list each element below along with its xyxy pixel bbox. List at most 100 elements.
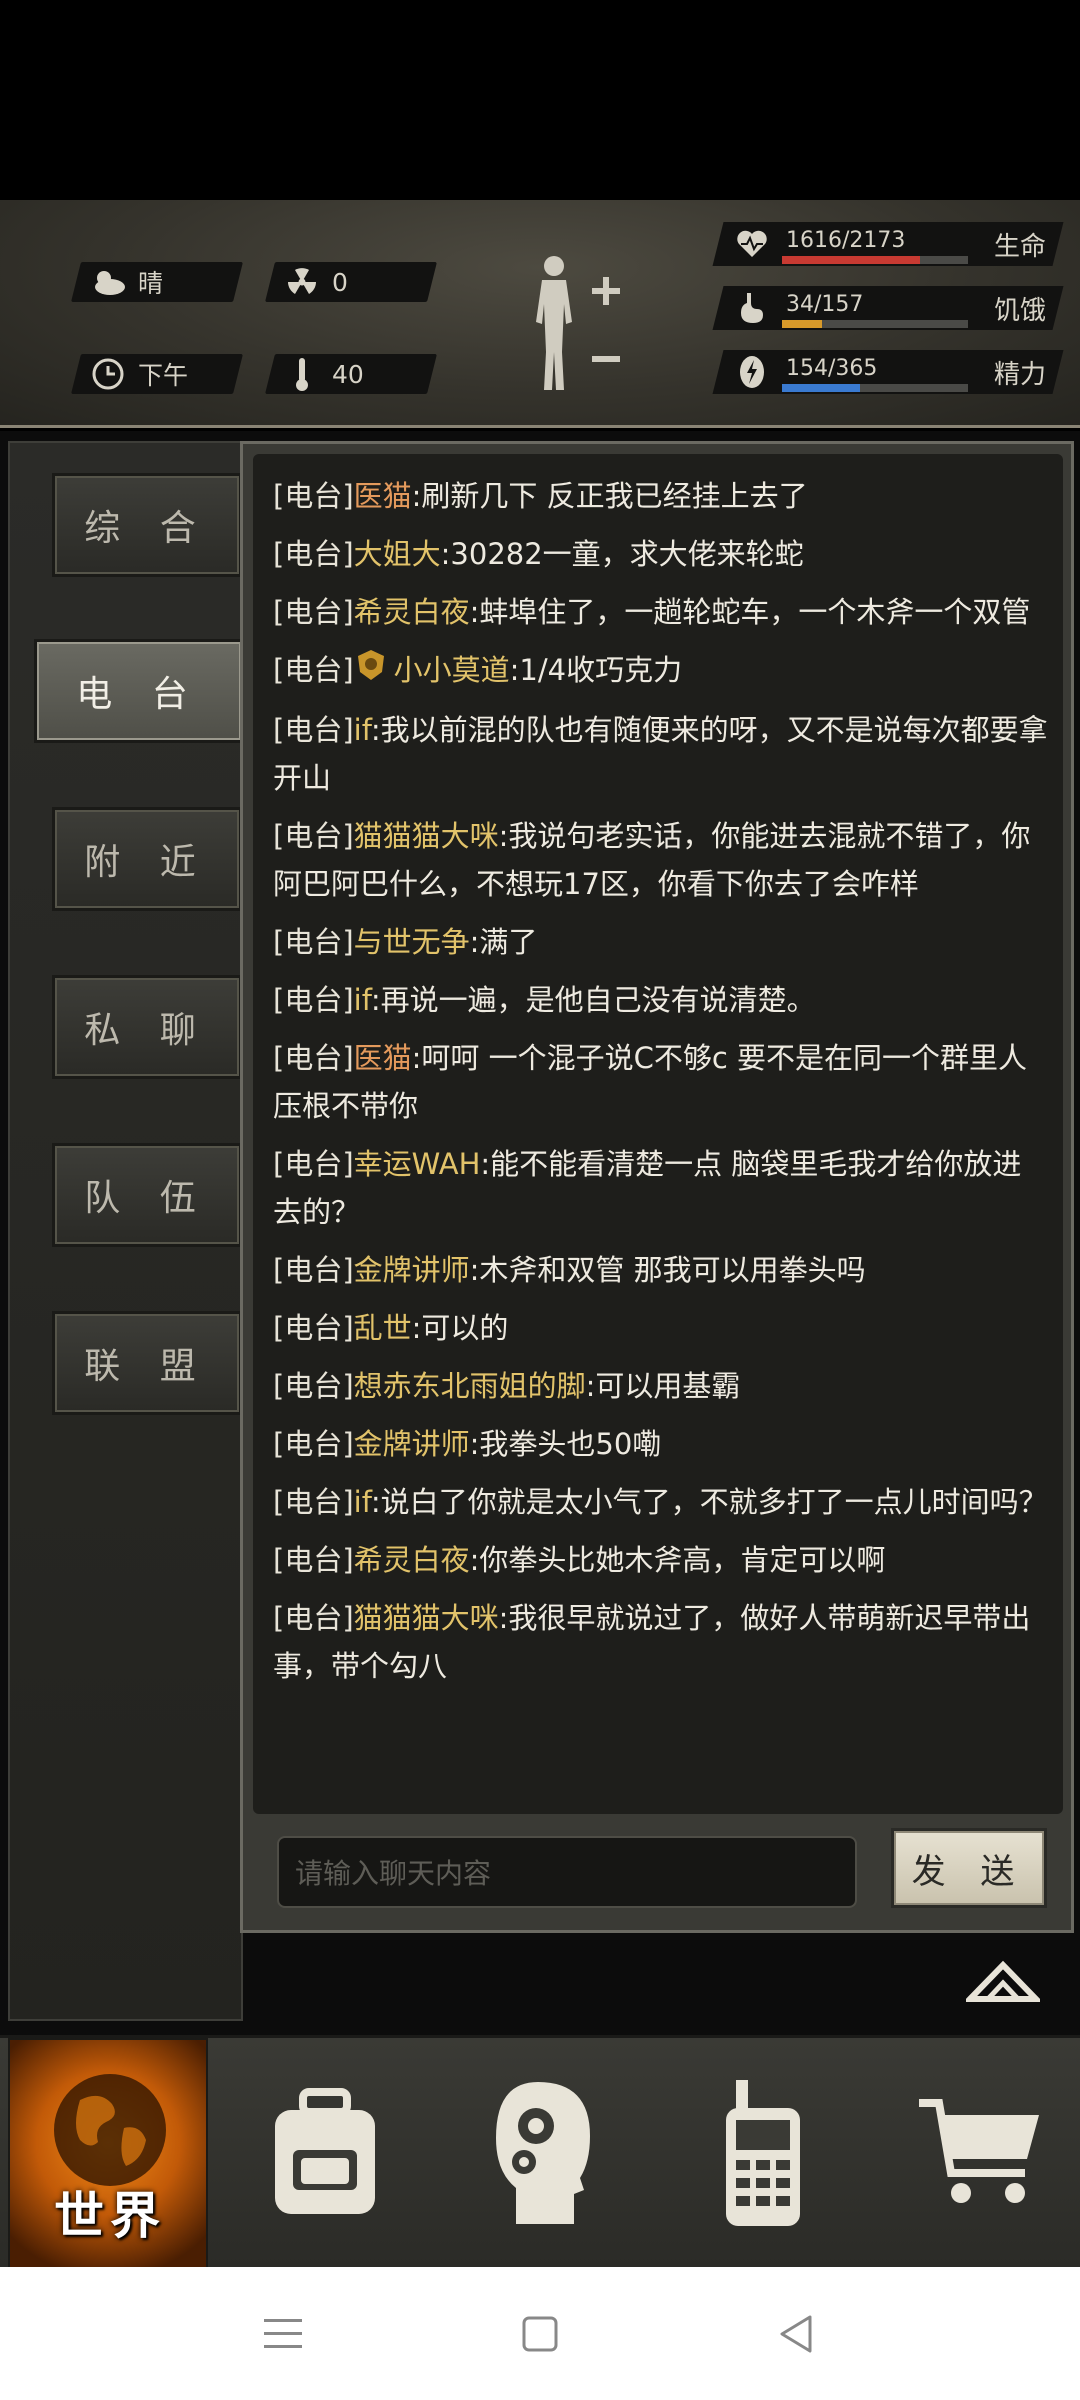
tab-nearby[interactable]: 附 近 — [52, 807, 242, 911]
message-sender[interactable]: 大姐大 — [354, 537, 441, 571]
chat-panel: [电台]医猫:刷新几下 反正我已经挂上去了 [电台]大姐大:30282一童，求大佬… — [240, 441, 1074, 1933]
home-square-icon — [522, 2316, 558, 2352]
message-channel: [电台] — [273, 1147, 354, 1181]
message-channel: [电台] — [273, 1543, 354, 1577]
hunger-label: 饥饿 — [994, 296, 1047, 326]
message-sender[interactable]: 幸运WAH — [354, 1147, 481, 1181]
skills-head-icon — [496, 2082, 590, 2224]
message-channel: [电台] — [273, 925, 354, 959]
alliance-badge-icon — [354, 648, 388, 696]
chat-message: [电台]大姐大:30282一童，求大佬来轮蛇 — [273, 530, 1049, 578]
tab-radio[interactable]: 电 台 — [34, 639, 244, 743]
message-channel: [电台] — [273, 1485, 354, 1519]
health-stat: 1616/2173 生命 — [712, 222, 1064, 266]
thermometer-icon — [280, 354, 324, 394]
nav-shop-button[interactable] — [900, 2068, 1060, 2238]
chat-input[interactable]: 请输入聊天内容 — [277, 1836, 857, 1908]
message-text: :蚌埠住了，一趟轮蛇车，一个木斧一个双管 — [469, 595, 1031, 629]
hunger-value: 34/157 — [786, 292, 864, 317]
globe-icon — [54, 2074, 166, 2186]
weather-pill: 晴 — [71, 262, 243, 302]
message-sender[interactable]: 想赤东北雨姐的脚 — [354, 1369, 586, 1403]
nav-skills-button[interactable] — [470, 2068, 620, 2238]
chevron-up-icon — [962, 1960, 1044, 2002]
home-button[interactable] — [515, 2309, 565, 2359]
back-triangle-icon — [780, 2315, 812, 2353]
message-sender[interactable]: 猫猫猫大咪 — [354, 819, 499, 853]
chat-message: [电台]医猫:刷新几下 反正我已经挂上去了 — [273, 472, 1049, 520]
message-sender[interactable]: 猫猫猫大咪 — [354, 1601, 499, 1635]
message-sender[interactable]: 金牌讲师 — [354, 1427, 470, 1461]
message-channel: [电台] — [273, 653, 354, 687]
time-pill: 下午 — [71, 354, 243, 394]
message-channel: [电台] — [273, 819, 354, 853]
chat-log[interactable]: [电台]医猫:刷新几下 反正我已经挂上去了 [电台]大姐大:30282一童，求大佬… — [253, 454, 1063, 1814]
message-sender[interactable]: if — [354, 713, 371, 747]
nav-world-button[interactable]: 世界 — [8, 2038, 208, 2270]
chat-message: [电台]if:再说一遍，是他自己没有说清楚。 — [273, 976, 1049, 1024]
nav-backpack-button[interactable] — [250, 2068, 400, 2238]
message-sender[interactable]: if — [354, 983, 371, 1017]
message-text: :30282一童，求大佬来轮蛇 — [440, 537, 804, 571]
chat-message: [电台]与世无争:满了 — [273, 918, 1049, 966]
radiation-pill: 0 — [265, 262, 437, 302]
character-body-button[interactable] — [520, 252, 630, 402]
weather-text: 晴 — [138, 269, 164, 298]
health-value: 1616/2173 — [786, 228, 906, 253]
tab-alliance[interactable]: 联 盟 — [52, 1311, 242, 1415]
message-sender[interactable]: 医猫 — [354, 1041, 412, 1075]
chat-message: [电台]猫猫猫大咪:我很早就说过了，做好人带萌新迟早带出事，带个勾八 — [273, 1594, 1049, 1690]
chat-screen: 综 合 电 台 附 近 私 聊 队 伍 联 盟 [电台]医猫:刷新几下 反正我已… — [0, 431, 1080, 2035]
nav-world-label: 世界 — [54, 2187, 166, 2245]
chat-message: [电台]乱世:可以的 — [273, 1304, 1049, 1352]
message-sender[interactable]: 乱世 — [354, 1311, 412, 1345]
message-text: :满了 — [469, 925, 538, 959]
message-text: :1/4收巧克力 — [509, 653, 683, 687]
health-bar-fill — [782, 256, 921, 264]
message-sender[interactable]: 希灵白夜 — [354, 595, 470, 629]
message-sender[interactable]: 希灵白夜 — [354, 1543, 470, 1577]
tab-general[interactable]: 综 合 — [52, 473, 242, 577]
message-channel: [电台] — [273, 479, 354, 513]
heart-pulse-icon — [732, 224, 772, 264]
send-button[interactable]: 发 送 — [891, 1828, 1047, 1908]
system-navigation-bar — [0, 2267, 1080, 2400]
message-sender[interactable]: 与世无争 — [354, 925, 470, 959]
message-sender[interactable]: 医猫 — [354, 479, 412, 513]
chat-message: [电台]医猫:呵呵 一个混子说C不够c 要不是在同一个群里人压根不带你 — [273, 1034, 1049, 1130]
message-sender[interactable]: 小小莫道 — [394, 653, 510, 687]
radio-walkie-icon — [726, 2080, 800, 2226]
message-channel: [电台] — [273, 537, 354, 571]
message-channel: [电台] — [273, 1369, 354, 1403]
message-text: :我以前混的队也有随便来的呀，又不是说每次都要拿开山 — [273, 713, 1048, 795]
message-channel: [电台] — [273, 1601, 354, 1635]
energy-label: 精力 — [994, 360, 1047, 390]
message-sender[interactable]: 金牌讲师 — [354, 1253, 470, 1287]
stomach-icon — [732, 288, 772, 328]
message-text: :我拳头也50嘞 — [469, 1427, 662, 1461]
energy-stat: 154/365 精力 — [712, 350, 1064, 394]
temperature-value: 40 — [332, 359, 364, 389]
message-channel: [电台] — [273, 1253, 354, 1287]
tab-private[interactable]: 私 聊 — [52, 975, 242, 1079]
message-sender[interactable]: if — [354, 1485, 371, 1519]
chat-message: [电台]想赤东北雨姐的脚:可以用基霸 — [273, 1362, 1049, 1410]
cloud-sun-icon — [86, 262, 130, 302]
channel-sidebar: 综 合 电 台 附 近 私 聊 队 伍 联 盟 — [8, 441, 244, 2021]
message-channel: [电台] — [273, 713, 354, 747]
tab-team[interactable]: 队 伍 — [52, 1143, 242, 1247]
nav-radio-button[interactable] — [688, 2068, 838, 2238]
menu-button[interactable] — [258, 2309, 308, 2359]
backpack-icon — [275, 2088, 375, 2214]
message-text: :再说一遍，是他自己没有说清楚。 — [370, 983, 816, 1017]
chat-message: [电台]希灵白夜:蚌埠住了，一趟轮蛇车，一个木斧一个双管 — [273, 588, 1049, 636]
message-text: :你拳头比她木斧高，肯定可以啊 — [469, 1543, 886, 1577]
message-text: :刷新几下 反正我已经挂上去了 — [411, 479, 808, 513]
back-button[interactable] — [772, 2309, 822, 2359]
collapse-button[interactable] — [962, 1955, 1044, 2011]
message-text: :可以的 — [411, 1311, 509, 1345]
top-blank-area — [0, 0, 1080, 200]
status-hud: 晴 0 下午 40 1616/2173 生命 34/157 饥饿 154/365… — [0, 200, 1080, 428]
chat-message: [电台]if:我以前混的队也有随便来的呀，又不是说每次都要拿开山 — [273, 706, 1049, 802]
chat-message: [电台]金牌讲师:木斧和双管 那我可以用拳头吗 — [273, 1246, 1049, 1294]
